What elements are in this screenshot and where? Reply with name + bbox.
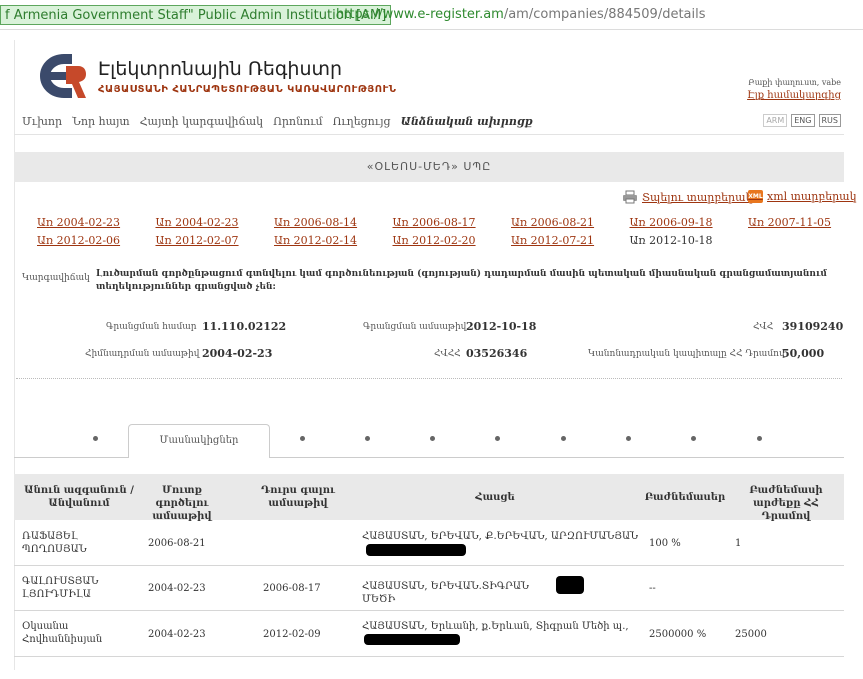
print-version-link[interactable]: Տպելու տարբերակ (622, 190, 752, 204)
status-label: Կարգավիճակ (22, 273, 90, 283)
row3-address: ՀԱՅԱՍՏԱՆ, Երևանի, ք.Երևան, Տիգրան Մեծի պ… (362, 621, 629, 632)
tab-dot[interactable] (300, 436, 305, 441)
lang-arm-button[interactable]: ARM (763, 114, 788, 127)
date-link[interactable]: Առ 2006-08-21 (511, 216, 630, 229)
tab-dot[interactable] (757, 436, 762, 441)
hvhh-value: 39109240 (782, 320, 844, 333)
tab-participants[interactable]: Մասնակիցներ (128, 424, 270, 458)
hvhh-label: ՀՎՀ (753, 322, 774, 332)
date-link[interactable]: Առ 2012-07-21 (511, 234, 630, 247)
row2-shares: -- (649, 583, 656, 594)
date-link[interactable]: Առ 2012-02-06 (37, 234, 156, 247)
nav-item-search[interactable]: Որոնում (273, 115, 323, 128)
logout-link[interactable]: Էլք համակարգից (747, 90, 841, 101)
row2-name: ԳԱԼՈՒՍՏՅԱՆ ԼՅՈՒԴՄԻԼԱ (22, 576, 99, 600)
site-title: Էլեկտրոնային Ռեգիստր (98, 58, 343, 80)
nav-item-main[interactable]: Մւխոր (22, 115, 62, 128)
tab-dot[interactable] (561, 436, 566, 441)
row1-address: ՀԱՅԱՍՏԱՆ, ԵՐԵՎԱՆ, Ք.ԵՐԵՎԱՆ, ԱՐԶՈՒՄԱՆՅԱՆ (362, 531, 639, 542)
row3-exit-date: 2012-02-09 (263, 629, 321, 640)
row3-name: Օկսանա Հովհաննիսյան (22, 621, 103, 645)
history-dates: Առ 2004-02-23 Առ 2004-02-23 Առ 2006-08-1… (37, 216, 847, 247)
founded-label: Հիմնադրման ամսաթիվ (85, 349, 200, 359)
row3-entry-date: 2004-02-23 (148, 629, 206, 640)
col-header-name: Անուն ազգանուն / Անվանում (24, 485, 134, 509)
ahr-value: 03526346 (466, 347, 528, 360)
col-header-exit-date: Դուրս գալու ամսաթիվ (261, 485, 335, 509)
lang-eng-button[interactable]: ENG (791, 114, 815, 127)
nav-divider (14, 134, 844, 135)
language-switcher: ARM ENG RUS (763, 114, 841, 127)
col-header-entry-date: Մուտք գործելու ամսաթիվ (152, 485, 212, 522)
reg-date-label: Գրանցման ամսաթիվ (363, 322, 467, 332)
date-link[interactable]: Առ 2012-02-07 (156, 234, 275, 247)
reg-date-value: 2012-10-18 (466, 320, 537, 333)
main-nav: Մւխոր Նոր հայտ Հայտի կարգավիճակ Որոնում … (22, 115, 533, 128)
ahr-label: ՀՎՀՀ (434, 349, 461, 359)
tab-dot[interactable] (93, 436, 98, 441)
reg-number-label: Գրանցման համար (106, 322, 197, 332)
row3-shares: 2500000 % (649, 629, 707, 640)
nav-item-guide[interactable]: Ուղեցույց (333, 115, 391, 128)
tab-dot[interactable] (365, 436, 370, 441)
col-header-share-value: Բաժնեմասի արժեքը ՀՀ Դրամով (749, 485, 823, 522)
row3-share-value: 25000 (735, 629, 767, 640)
reg-number-value: 11.110.02122 (202, 320, 287, 333)
row1-share-value: 1 (735, 538, 742, 549)
row-divider (14, 565, 844, 566)
row2-exit-date: 2006-08-17 (263, 583, 321, 594)
redaction-mark (556, 576, 584, 594)
e-register-logo-icon (40, 54, 86, 98)
date-link[interactable]: Առ 2006-08-17 (393, 216, 512, 229)
tab-dot[interactable] (495, 436, 500, 441)
redaction-mark (364, 634, 460, 645)
site-subtitle: ՀԱՅԱՍՏԱՆԻ ՀԱՆՐԱՊԵՏՈՒԹՅԱՆ ԿԱՌԱՎԱՐՈՒԹՅՈՒՆ (98, 84, 397, 95)
capital-value: 50,000 (782, 347, 825, 360)
row2-entry-date: 2004-02-23 (148, 583, 206, 594)
search-text: Բաքի փաղուստ, vabe (748, 78, 841, 87)
redaction-mark (366, 544, 466, 556)
print-version-label: Տպելու տարբերակ (642, 190, 753, 204)
row2-address: ՀԱՅԱՍՏԱՆ, ԵՐԵՎԱՆ.ՏԻԳՐԱՆ ՄԵԾԻ (362, 581, 529, 605)
date-link[interactable]: Առ 2012-02-20 (393, 234, 512, 247)
row-divider (14, 656, 844, 657)
xml-icon: XML (748, 190, 763, 203)
row1-entry-date: 2006-08-21 (148, 538, 206, 549)
nav-item-personal-page[interactable]: Անձնական ախրոցք (401, 115, 533, 128)
status-text: Լուծարման գործընթացում գտնվելու կամ գործ… (96, 269, 827, 292)
site-identity-badge[interactable]: f Armenia Government Staff" Public Admin… (0, 5, 392, 25)
section-divider (16, 378, 842, 379)
nav-item-application-status[interactable]: Հայտի կարգավիճակ (140, 115, 263, 128)
date-link[interactable]: Առ 2006-08-14 (274, 216, 393, 229)
date-link[interactable]: Առ 2006-09-18 (630, 216, 749, 229)
company-name-banner: «ՕԼԵՈՍ-ՄԵԴ» ՍՊԸ (14, 152, 844, 182)
col-header-shares: Բաժնեմասեր (644, 492, 726, 503)
lang-rus-button[interactable]: RUS (818, 114, 841, 127)
url-text[interactable]: https://www.e-register.am/am/companies/8… (336, 5, 706, 25)
printer-icon (623, 190, 637, 204)
row1-name: ՌԱՖԱՅԵԼ ՊՈՂՈՍՅԱՆ (22, 531, 87, 555)
tab-dot[interactable] (626, 436, 631, 441)
nav-item-new-application[interactable]: Նոր հայտ (72, 115, 130, 128)
tab-dot[interactable] (691, 436, 696, 441)
url-path: /am/companies/884509/details (503, 7, 706, 22)
address-bar[interactable]: f Armenia Government Staff" Public Admin… (0, 0, 863, 30)
row1-shares: 100 % (649, 538, 681, 549)
date-link[interactable]: Առ 2004-02-23 (156, 216, 275, 229)
date-link[interactable]: Առ 2004-02-23 (37, 216, 156, 229)
capital-label: Կանոնադրական կապիտալը ՀՀ Դրամով (588, 349, 785, 359)
date-link[interactable]: Առ 2007-11-05 (748, 216, 863, 229)
founded-value: 2004-02-23 (202, 347, 273, 360)
date-link[interactable]: Առ 2012-02-14 (274, 234, 393, 247)
tab-dot[interactable] (430, 436, 435, 441)
tab-baseline (270, 457, 844, 458)
row-divider (14, 610, 844, 611)
xml-version-link[interactable]: XML xml տարբերակ (748, 190, 857, 203)
date-current: Առ 2012-10-18 (629, 234, 713, 247)
xml-version-label: xml տարբերակ (767, 190, 857, 203)
url-host: https://www.e-register.am (336, 7, 504, 22)
tab-baseline (14, 457, 128, 458)
col-header-address: Հասցե (475, 492, 515, 503)
